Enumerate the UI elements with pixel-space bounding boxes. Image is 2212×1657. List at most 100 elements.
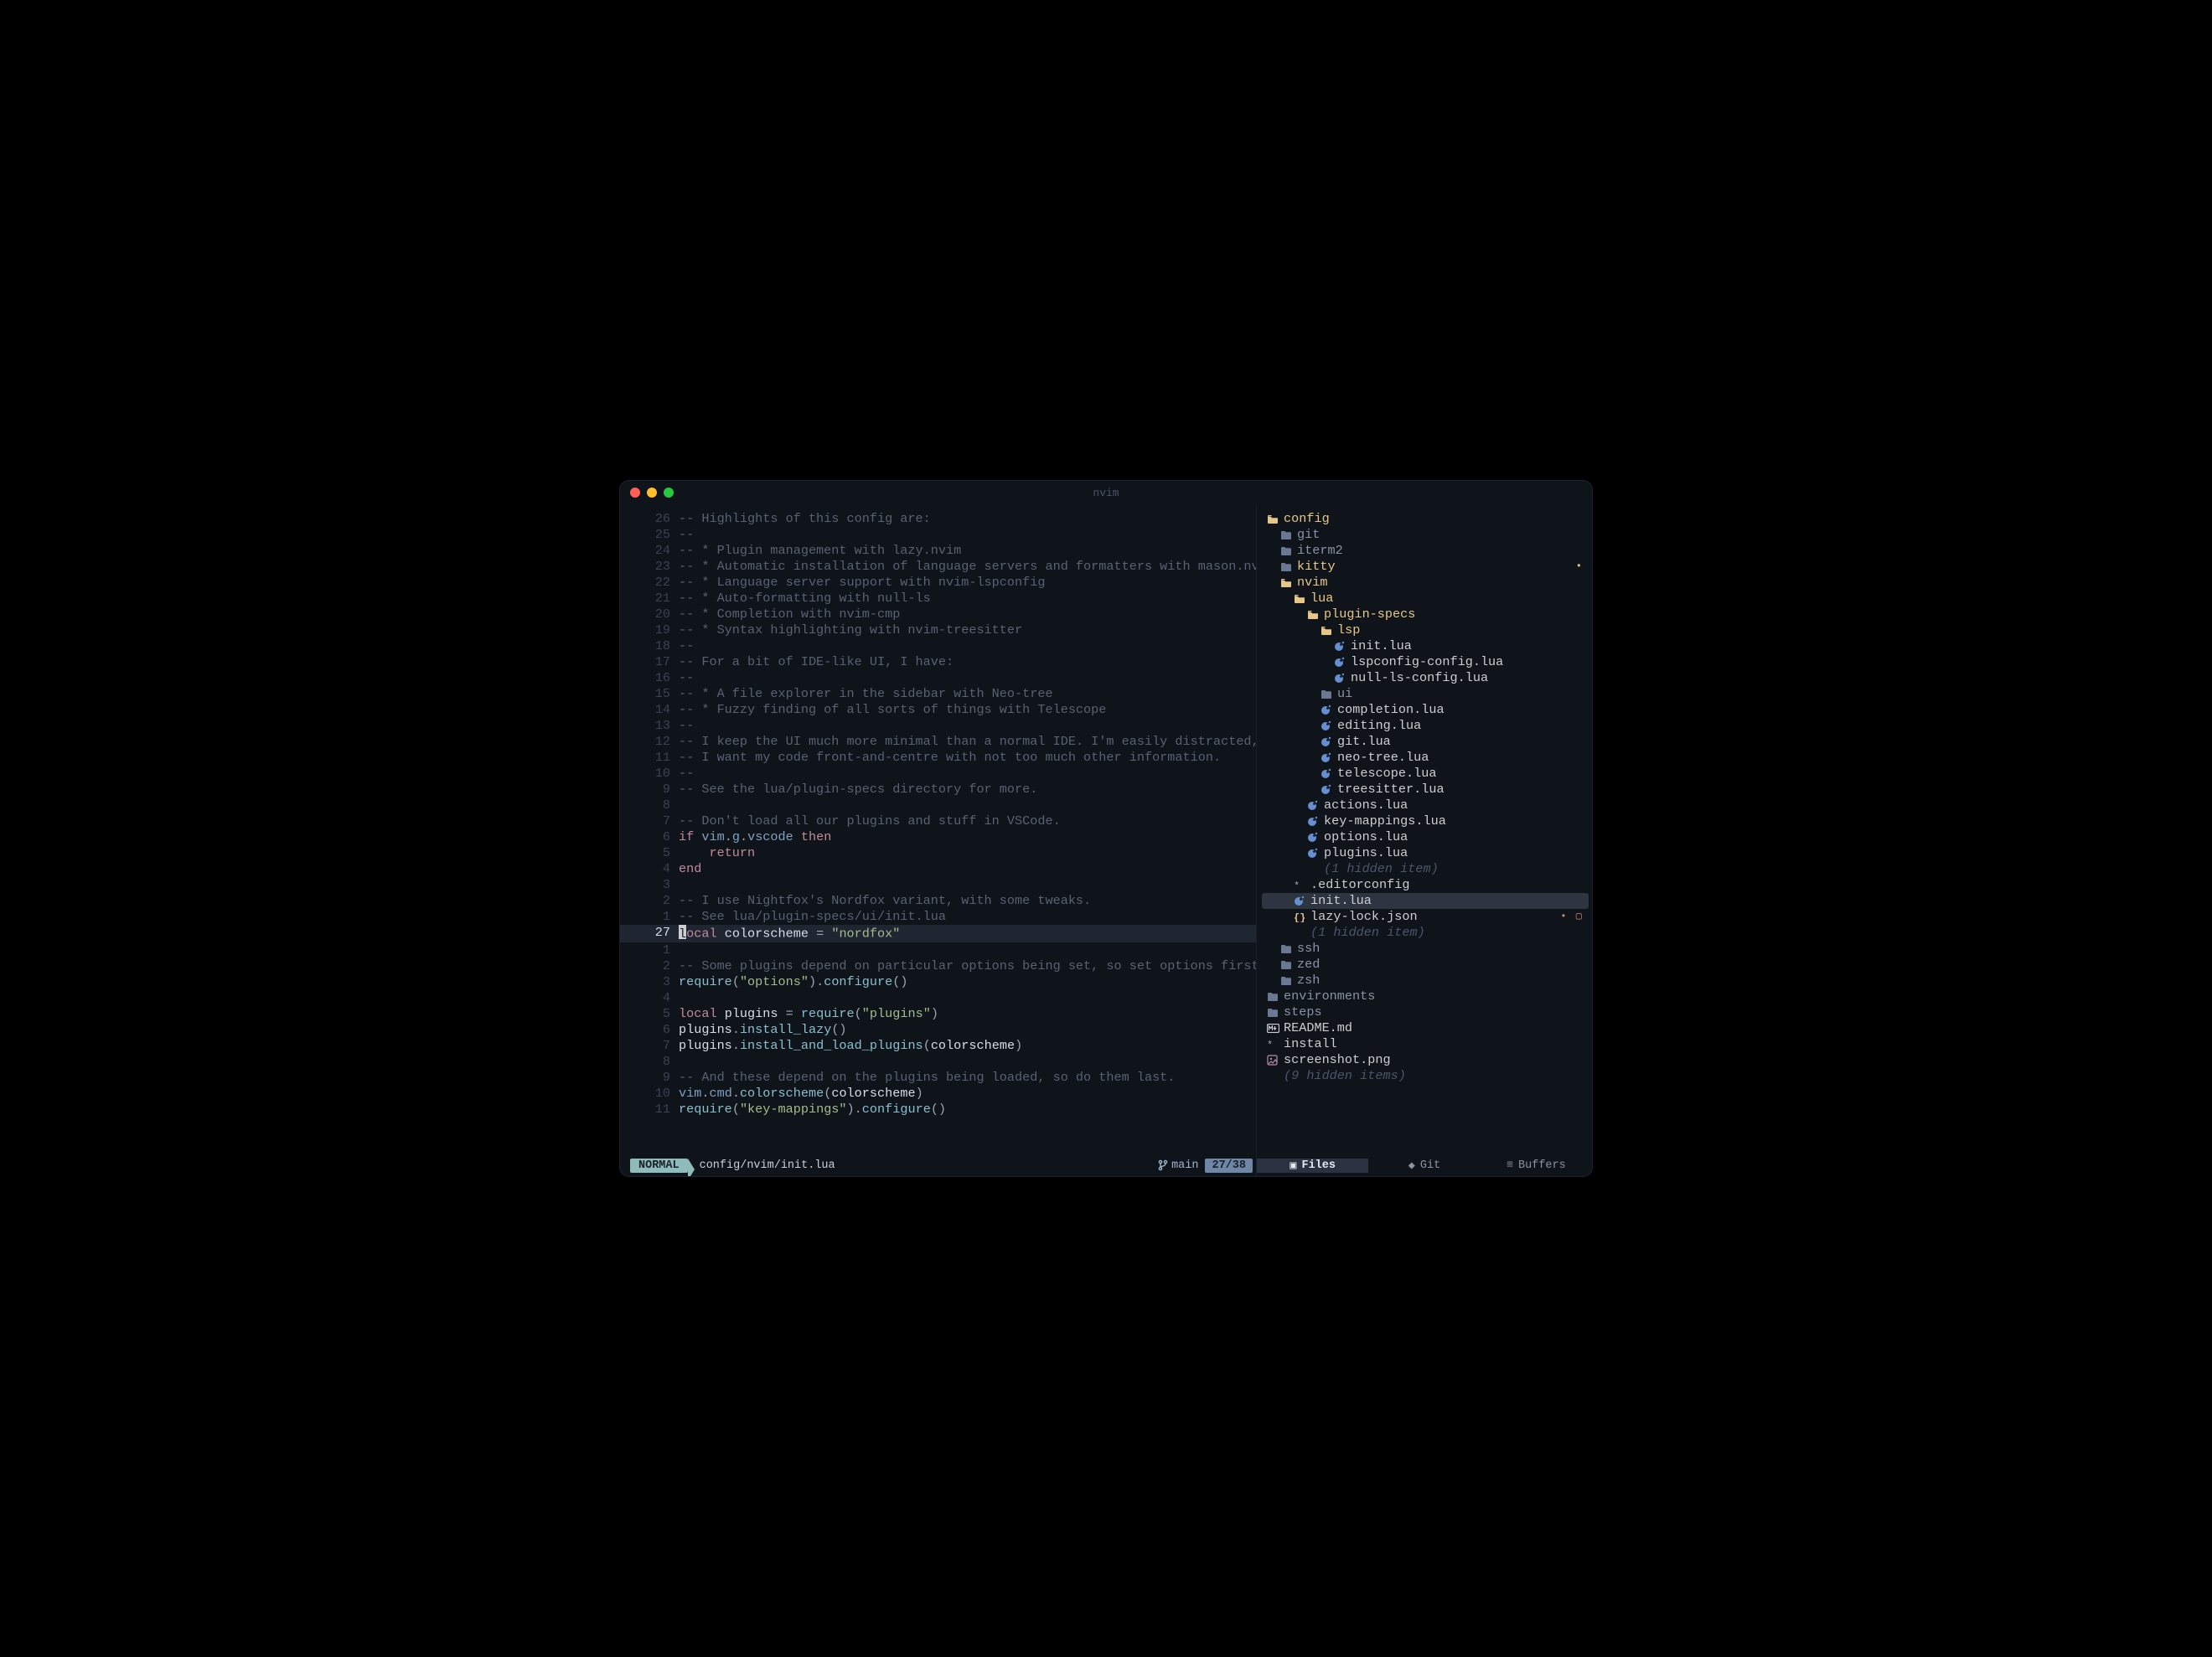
explorer-tab-buffers[interactable]: ≡ Buffers	[1481, 1159, 1592, 1172]
code-line[interactable]: 7-- Don't load all our plugins and stuff…	[620, 813, 1256, 829]
explorer-tab-files[interactable]: ▣Files	[1257, 1159, 1368, 1173]
code-line[interactable]: 8	[620, 1054, 1256, 1070]
file-explorer-pane[interactable]: configgititerm2kitty•nvimluaplugin-specs…	[1256, 504, 1592, 1154]
code-line[interactable]: 20-- * Completion with nvim-cmp	[620, 607, 1256, 622]
code-line[interactable]: 13--	[620, 718, 1256, 734]
code-line[interactable]: 10vim.cmd.colorscheme(colorscheme)	[620, 1086, 1256, 1102]
gutter-linenum: 2	[620, 893, 679, 909]
status-badge: •	[1576, 560, 1589, 573]
explorer-tab-git[interactable]: ◆Git	[1368, 1159, 1480, 1173]
tree-node[interactable]: config	[1262, 511, 1589, 527]
tree-node[interactable]: ssh	[1262, 941, 1589, 957]
tree-node[interactable]: plugins.lua	[1262, 845, 1589, 861]
code-line[interactable]: 7plugins.install_and_load_plugins(colors…	[620, 1038, 1256, 1054]
code-line[interactable]: 4end	[620, 861, 1256, 877]
code-line[interactable]: 15-- * A file explorer in the sidebar wi…	[620, 686, 1256, 702]
code-line[interactable]: 11-- I want my code front-and-centre wit…	[620, 750, 1256, 766]
code-line[interactable]: 2-- I use Nightfox's Nordfox variant, wi…	[620, 893, 1256, 909]
code-line[interactable]: 4	[620, 990, 1256, 1006]
code-line[interactable]: 3	[620, 877, 1256, 893]
code-line[interactable]: 19-- * Syntax highlighting with nvim-tre…	[620, 622, 1256, 638]
tree-node[interactable]: completion.lua	[1262, 702, 1589, 718]
tree-node[interactable]: init.lua	[1262, 638, 1589, 654]
tree-node[interactable]: options.lua	[1262, 829, 1589, 845]
code-line[interactable]: 5 return	[620, 845, 1256, 861]
lua-icon	[1294, 896, 1309, 906]
code-line[interactable]: 10--	[620, 766, 1256, 782]
gutter-linenum: 14	[620, 702, 679, 718]
buffer-path: config/nvim/init.lua	[700, 1159, 835, 1172]
code-line[interactable]: 3require("options").configure()	[620, 974, 1256, 990]
tree-node[interactable]: environments	[1262, 989, 1589, 1004]
tree-node[interactable]: nvim	[1262, 575, 1589, 591]
code-line[interactable]: 23-- * Automatic installation of languag…	[620, 559, 1256, 575]
tab-label: Buffers	[1518, 1159, 1566, 1172]
files-icon: ▣	[1289, 1159, 1296, 1173]
tree-node[interactable]: neo-tree.lua	[1262, 750, 1589, 766]
folder-open-icon	[1320, 626, 1336, 636]
tree-node[interactable]: steps	[1262, 1004, 1589, 1020]
code-buffer[interactable]: 26-- Highlights of this config are:25--2…	[620, 504, 1256, 1154]
code-line[interactable]: 12-- I keep the UI much more minimal tha…	[620, 734, 1256, 750]
tree-node[interactable]: iterm2	[1262, 543, 1589, 559]
tree-node[interactable]: actions.lua	[1262, 798, 1589, 813]
tree-node[interactable]: plugin-specs	[1262, 607, 1589, 622]
gutter-linenum: 25	[620, 527, 679, 543]
lua-icon	[1334, 657, 1349, 668]
tree-node[interactable]: *.editorconfig	[1262, 877, 1589, 893]
code-line[interactable]: 22-- * Language server support with nvim…	[620, 575, 1256, 591]
tree-node-label: null-ls-config.lua	[1351, 670, 1589, 686]
code-line[interactable]: 1	[620, 942, 1256, 958]
tree-node[interactable]: zsh	[1262, 973, 1589, 989]
code-line[interactable]: 5local plugins = require("plugins")	[620, 1006, 1256, 1022]
code-line[interactable]: 6plugins.install_lazy()	[620, 1022, 1256, 1038]
json-icon: {}	[1294, 911, 1309, 922]
code-line[interactable]: 16--	[620, 670, 1256, 686]
code-line[interactable]: 18--	[620, 638, 1256, 654]
code-line[interactable]: 14-- * Fuzzy finding of all sorts of thi…	[620, 702, 1256, 718]
code-line[interactable]: 24-- * Plugin management with lazy.nvim	[620, 543, 1256, 559]
tree-node[interactable]: treesitter.lua	[1262, 782, 1589, 798]
code-line[interactable]: 17-- For a bit of IDE-like UI, I have:	[620, 654, 1256, 670]
tree-node[interactable]: lua	[1262, 591, 1589, 607]
tree-node[interactable]: {}lazy-lock.json• ▢	[1262, 909, 1589, 925]
tree-node[interactable]: null-ls-config.lua	[1262, 670, 1589, 686]
code-line[interactable]: 26-- Highlights of this config are:	[620, 511, 1256, 527]
tree-node[interactable]: init.lua	[1262, 893, 1589, 909]
code-line[interactable]: 2-- Some plugins depend on particular op…	[620, 958, 1256, 974]
tree-node[interactable]: editing.lua	[1262, 718, 1589, 734]
folder-open-icon	[1307, 610, 1322, 620]
tree-node-label: plugins.lua	[1324, 845, 1589, 861]
code-line[interactable]: 1-- See lua/plugin-specs/ui/init.lua	[620, 909, 1256, 925]
code-line[interactable]: 11require("key-mappings").configure()	[620, 1102, 1256, 1118]
code-line[interactable]: 6if vim.g.vscode then	[620, 829, 1256, 845]
editor-pane[interactable]: 26-- Highlights of this config are:25--2…	[620, 504, 1256, 1154]
tree-node[interactable]: screenshot.png	[1262, 1052, 1589, 1068]
gutter-linenum: 11	[620, 1102, 679, 1118]
terminal-window: nvim 26-- Highlights of this config are:…	[619, 480, 1593, 1177]
tree-node[interactable]: key-mappings.lua	[1262, 813, 1589, 829]
tree-node[interactable]: telescope.lua	[1262, 766, 1589, 782]
code-line[interactable]: 9-- See the lua/plugin-specs directory f…	[620, 782, 1256, 798]
code-line[interactable]: 21-- * Auto-formatting with null-ls	[620, 591, 1256, 607]
tree-node[interactable]: lspconfig-config.lua	[1262, 654, 1589, 670]
tree-node[interactable]: git	[1262, 527, 1589, 543]
tree-node[interactable]: lsp	[1262, 622, 1589, 638]
tree-node[interactable]: ui	[1262, 686, 1589, 702]
buffers-icon: ≡	[1507, 1159, 1513, 1172]
star-icon: *	[1294, 880, 1309, 890]
folder-icon	[1280, 960, 1295, 970]
tree-node[interactable]: *install	[1262, 1036, 1589, 1052]
tree-node[interactable]: README.md	[1262, 1020, 1589, 1036]
tree-node[interactable]: kitty•	[1262, 559, 1589, 575]
gutter-linenum: 3	[620, 974, 679, 990]
code-line[interactable]: 25--	[620, 527, 1256, 543]
tree-node[interactable]: zed	[1262, 957, 1589, 973]
code-line[interactable]: 27local colorscheme = "nordfox"	[620, 925, 1256, 942]
tree-node-label: init.lua	[1351, 638, 1589, 654]
code-line[interactable]: 8	[620, 798, 1256, 813]
code-line[interactable]: 9-- And these depend on the plugins bein…	[620, 1070, 1256, 1086]
mode-indicator: NORMAL	[630, 1159, 688, 1173]
tree-node[interactable]: git.lua	[1262, 734, 1589, 750]
svg-text:{}: {}	[1294, 912, 1305, 922]
